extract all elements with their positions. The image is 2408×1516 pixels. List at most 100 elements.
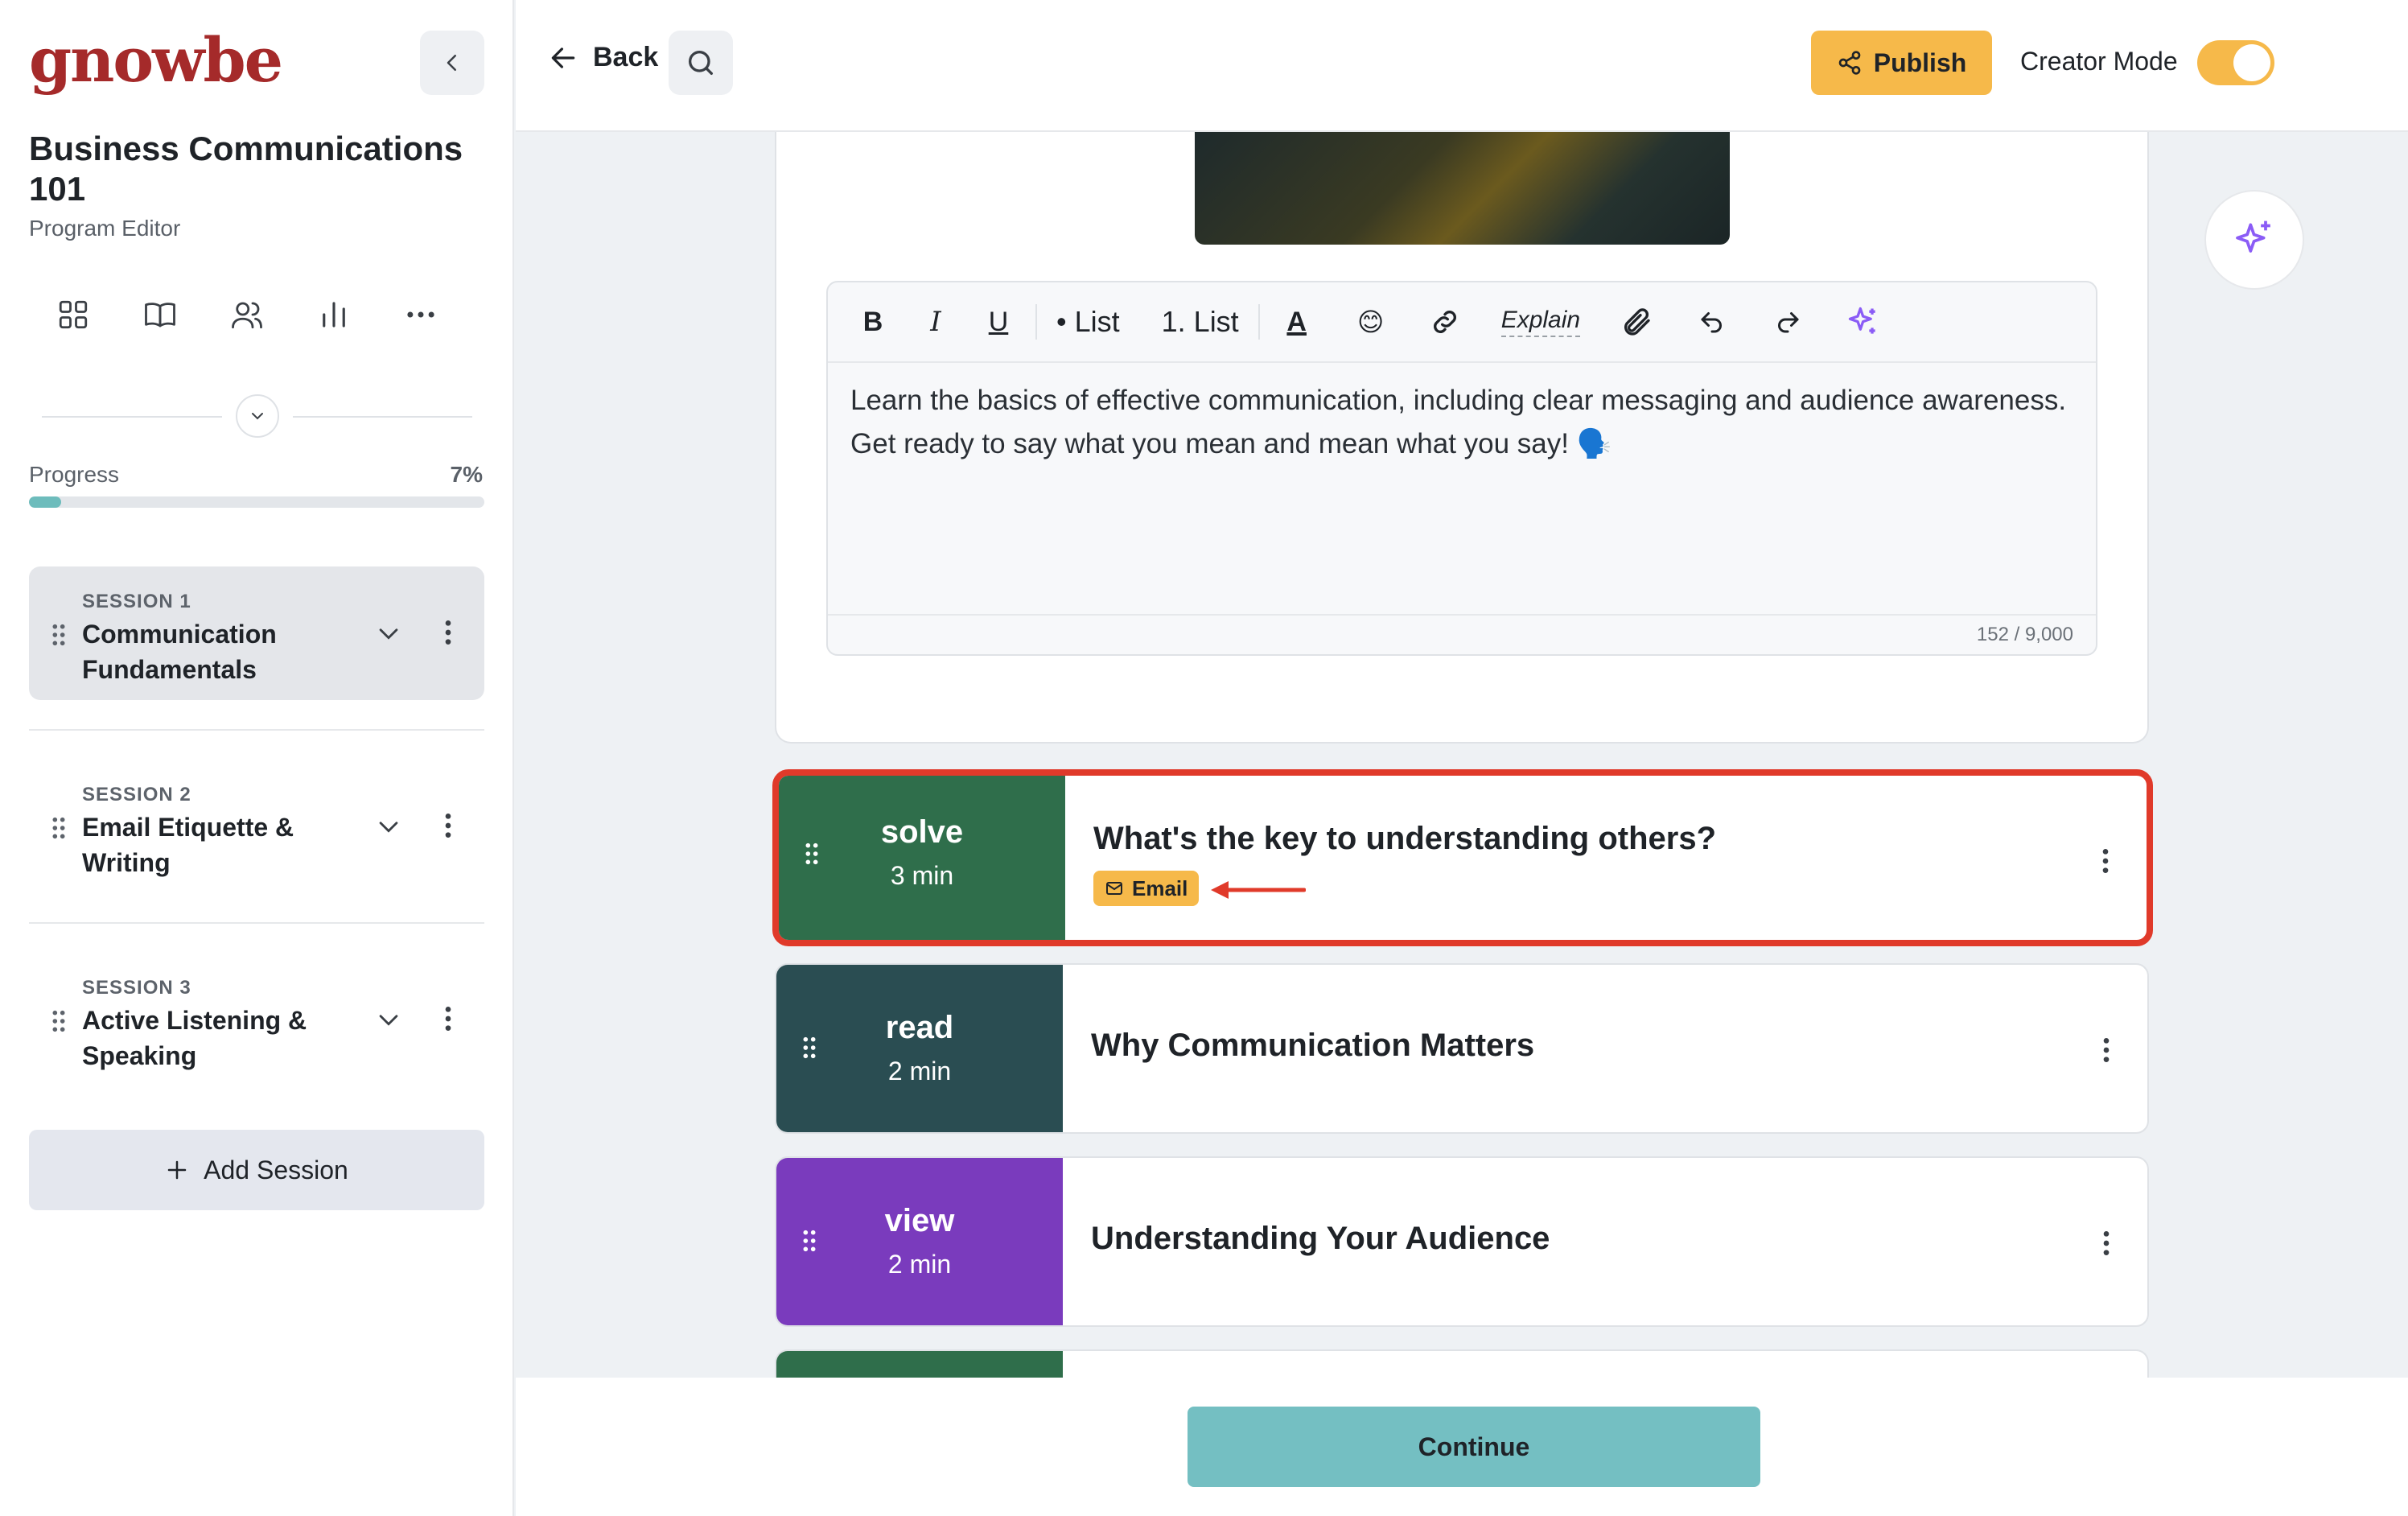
step-type-tile: view 2 min [776,1158,1063,1325]
kebab-menu-icon[interactable] [436,809,460,842]
creator-mode-toggle[interactable] [2197,40,2274,85]
plus-icon [167,1160,187,1180]
redo-button[interactable] [1770,307,1805,336]
sidebar: gnowbe Business Communications 101 Progr… [0,0,514,1516]
step-type: view [884,1203,955,1238]
grid-icon[interactable] [56,298,90,332]
add-session-label: Add Session [204,1155,348,1184]
step-duration: 3 min [890,861,954,890]
chevron-down-icon [252,413,263,420]
kebab-menu-icon[interactable] [436,616,460,649]
back-label: Back [593,42,659,72]
editor-footer: 152 / 9,000 [828,614,2096,654]
underline-button[interactable]: U [981,307,1016,338]
step-title: Why Communication Matters [1091,1028,1535,1063]
sparkle-icon [1848,307,1875,334]
publish-label: Publish [1873,47,1967,77]
bullet-list-button[interactable]: • List [1056,305,1120,339]
search-button[interactable] [669,31,733,95]
ai-sparkle-button[interactable] [1846,304,1881,340]
chevron-down-icon[interactable] [375,1006,402,1033]
progress-bar-fill [29,496,61,508]
mail-icon [1106,882,1122,895]
toggle-knob [2233,44,2270,81]
chevron-down-icon[interactable] [375,620,402,647]
bar-chart-icon[interactable] [317,298,351,332]
progress-bar [29,496,484,508]
sparkle-icon [2236,220,2270,253]
divider-line-right [293,416,472,418]
step-title: What's the key to understanding others? [1093,821,1717,856]
step-type-tile: solve 3 min [779,776,1065,940]
session-name: Communication Fundamentals [82,620,277,684]
session-name: Active Listening & Speaking [82,1006,307,1070]
session-intro-card: B I U • List 1. List A 😊 Explain Learn t… [775,132,2149,744]
character-count: 152 / 9,000 [1976,624,2073,645]
sidebar-nav-icons [56,298,438,332]
expand-divider [42,394,472,438]
progress-label: Progress [29,462,120,487]
session-item-2[interactable]: SESSION 2 Email Etiquette & Writing [29,760,484,893]
session-item-3[interactable]: SESSION 3 Active Listening & Speaking [29,953,484,1086]
drag-handle-icon[interactable] [50,816,68,840]
book-icon[interactable] [143,298,177,332]
session-cover-image[interactable] [1195,132,1730,245]
divider-line-left [42,416,222,418]
session-number: SESSION 3 [82,977,191,999]
italic-button[interactable]: I [918,306,953,338]
publish-button[interactable]: Publish [1811,31,1992,95]
ai-assistant-button[interactable] [2204,190,2304,290]
paperclip-icon [1624,308,1650,336]
arrow-left-icon [551,47,575,68]
step-card-read[interactable]: read 2 min Why Communication Matters [775,963,2149,1134]
program-title: Business Communications 101 [29,130,463,208]
explain-button[interactable]: Explain [1500,307,1581,337]
bold-button[interactable]: B [855,307,891,338]
more-icon[interactable] [404,298,438,332]
email-badge-label: Email [1132,875,1188,900]
chevron-down-icon[interactable] [375,813,402,840]
link-icon [1433,311,1456,333]
kebab-menu-icon[interactable] [2094,1227,2118,1259]
step-duration: 2 min [887,1250,952,1279]
continue-button[interactable]: Continue [1188,1407,1760,1487]
undo-button[interactable] [1694,307,1730,336]
kebab-menu-icon[interactable] [2094,1034,2118,1066]
gnowbe-logo[interactable]: gnowbe [29,24,283,96]
toolbar-separator [1035,304,1037,340]
drag-handle-icon[interactable] [50,623,68,647]
kebab-menu-icon[interactable] [436,1003,460,1035]
emoji-button[interactable]: 😊 [1353,307,1389,337]
editor-content[interactable]: Learn the basics of effective communicat… [850,379,2073,466]
chevron-left-icon [447,55,456,71]
creator-mode-label: Creator Mode [2020,47,2178,76]
top-bar: Back Publish Creator Mode [516,0,2408,132]
collapse-sidebar-button[interactable] [420,31,484,95]
session-item-1[interactable]: SESSION 1 Communication Fundamentals [29,566,484,700]
editor-toolbar: B I U • List 1. List A 😊 Explain [828,282,2096,363]
search-icon [689,51,713,76]
rich-text-editor[interactable]: B I U • List 1. List A 😊 Explain Learn t… [826,281,2097,656]
progress-percent: 7% [450,462,483,487]
step-card-view[interactable]: view 2 min Understanding Your Audience [775,1156,2149,1327]
share-icon [1838,51,1861,75]
step-duration: 2 min [887,1057,952,1086]
kebab-menu-icon[interactable] [2093,845,2118,877]
add-session-button[interactable]: Add Session [29,1130,484,1210]
numbered-list-button[interactable]: 1. List [1162,305,1239,339]
expand-button[interactable] [236,394,279,438]
email-badge: Email [1093,871,1200,906]
undo-icon [1701,312,1723,333]
text-color-button[interactable]: A [1279,307,1315,338]
back-button[interactable]: Back [548,42,658,73]
session-separator [29,729,484,731]
redo-icon [1778,312,1799,333]
step-card-solve[interactable]: solve 3 min What's the key to understand… [772,769,2153,946]
drag-handle-icon[interactable] [50,1009,68,1033]
link-button[interactable] [1427,306,1463,338]
users-icon[interactable] [230,298,264,332]
step-type: read [885,1010,954,1045]
session-number: SESSION 1 [82,591,191,612]
attach-button[interactable] [1619,306,1654,338]
step-type: solve [880,814,964,850]
